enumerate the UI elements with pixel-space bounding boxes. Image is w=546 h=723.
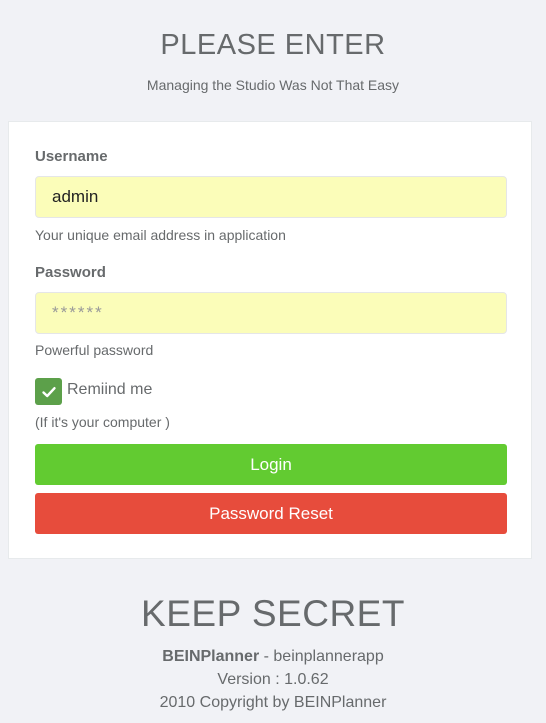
check-icon (41, 386, 56, 397)
login-card: Username Your unique email address in ap… (8, 121, 532, 559)
username-input[interactable] (35, 176, 507, 218)
footer: KEEP SECRET BEINPlanner - beinplannerapp… (0, 593, 546, 714)
password-label: Password (35, 264, 106, 281)
footer-copyright: 2010 Copyright by BEINPlanner (159, 694, 387, 711)
login-header: PLEASE ENTER Managing the Studio Was Not… (0, 0, 546, 94)
footer-app-line: BEINPlanner - beinplannerapp (0, 645, 546, 668)
page-title: PLEASE ENTER (160, 29, 386, 61)
remember-checkbox[interactable] (35, 378, 62, 405)
username-label: Username (35, 148, 108, 165)
footer-title: KEEP SECRET (141, 593, 405, 634)
password-help: Powerful password (35, 342, 154, 358)
footer-app-name: - beinplannerapp (259, 648, 384, 665)
username-help: Your unique email address in application (35, 227, 286, 243)
password-reset-button[interactable]: Password Reset (35, 493, 507, 534)
page-subtitle: Managing the Studio Was Not That Easy (146, 77, 400, 93)
password-input[interactable] (35, 292, 507, 334)
footer-brand: BEINPlanner (162, 648, 260, 665)
login-button[interactable]: Login (35, 444, 507, 485)
footer-version: Version : 1.0.62 (217, 671, 329, 688)
remember-label[interactable]: Remiind me (67, 381, 152, 399)
remember-help: (If it's your computer ) (35, 414, 170, 430)
